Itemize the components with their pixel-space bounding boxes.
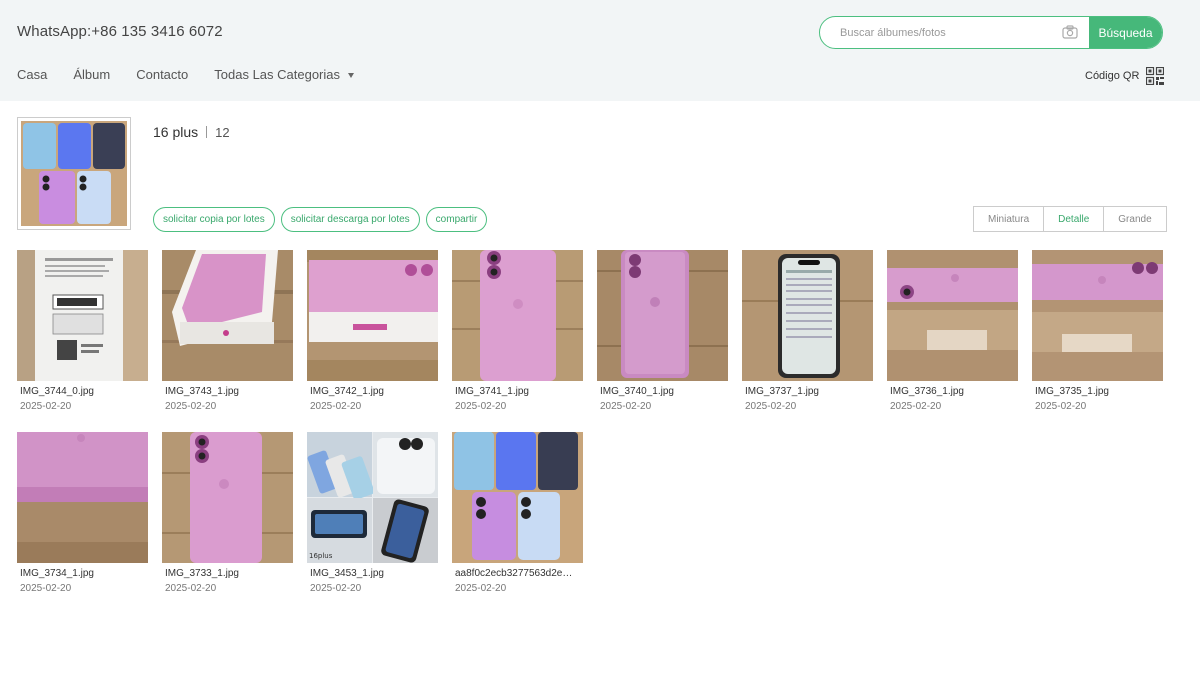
nav-home-label: Casa [17,67,48,82]
photo-filename: IMG_3743_1.jpg [165,386,239,397]
album-cover-image [21,121,127,226]
photo-tile[interactable]: aa8f0c2ecb3277563d2e… 2025-02-20 [452,432,583,594]
photo-filename: aa8f0c2ecb3277563d2e… [455,568,573,579]
nav-album-label: Álbum [73,67,111,82]
photo-date: 2025-02-20 [20,583,72,594]
photo-date: 2025-02-20 [1035,401,1087,412]
photo-filename: IMG_3741_1.jpg [455,386,529,397]
nav-categories-label: Todas Las Categorias [214,67,341,82]
album-photo-count: 12 [215,124,230,140]
photo-date: 2025-02-20 [745,401,797,412]
photo-thumbnail[interactable] [597,250,728,381]
photo-filename: IMG_3453_1.jpg [310,568,384,579]
photo-filename: IMG_3742_1.jpg [310,386,384,397]
view-thumbnail[interactable]: Miniatura [974,207,1043,231]
album-heading: 16 plus 12 [153,124,230,140]
main-nav: Casa Álbum Contacto Todas Las Categorias [17,67,380,82]
whatsapp-contact: WhatsApp:+86 135 3416 6072 [17,23,223,40]
photo-thumbnail[interactable] [452,432,583,563]
photo-thumbnail[interactable] [162,432,293,563]
view-detail[interactable]: Detalle [1043,207,1103,231]
photo-filename: IMG_3733_1.jpg [165,568,239,579]
album-cover[interactable] [17,117,131,230]
photo-filename: IMG_3736_1.jpg [890,386,964,397]
camera-icon[interactable] [1062,25,1078,39]
photo-filename: IMG_3744_0.jpg [20,386,94,397]
album-title: 16 plus [153,124,199,140]
qr-code-label: Código QR [1085,70,1140,82]
svg-text:16plus: 16plus [309,552,333,560]
search-input[interactable] [820,17,1060,48]
view-mode-switch: Miniatura Detalle Grande [973,206,1167,232]
photo-thumbnail[interactable] [742,250,873,381]
photo-filename: IMG_3740_1.jpg [600,386,674,397]
nav-album[interactable]: Álbum [73,67,110,82]
photo-date: 2025-02-20 [165,401,217,412]
photo-tile[interactable]: 16plus IMG_3453_1.jpg 2025-02-20 [307,432,438,594]
view-large[interactable]: Grande [1103,207,1165,231]
photo-filename: IMG_3737_1.jpg [745,386,819,397]
nav-contact[interactable]: Contacto [136,67,188,82]
title-divider [206,126,208,138]
photo-thumbnail[interactable] [887,250,1018,381]
photo-date: 2025-02-20 [890,401,942,412]
photo-date: 2025-02-20 [310,583,362,594]
nav-contact-label: Contacto [136,67,189,82]
qr-code-link[interactable]: Código QR [1085,67,1165,85]
site-header: WhatsApp:+86 135 3416 6072 Búsqueda Casa… [0,0,1200,101]
photo-tile[interactable]: IMG_3741_1.jpg 2025-02-20 [452,250,583,412]
photo-tile[interactable]: IMG_3736_1.jpg 2025-02-20 [887,250,1018,412]
album-actions: solicitar copia por lotes solicitar desc… [153,207,493,232]
nav-all-categories[interactable]: Todas Las Categorias [214,67,355,82]
photo-thumbnail[interactable] [17,250,148,381]
photo-date: 2025-02-20 [165,583,217,594]
photo-thumbnail[interactable] [17,432,148,563]
caret-down-icon [348,72,355,78]
search-button[interactable]: Búsqueda [1089,17,1162,48]
photo-date: 2025-02-20 [20,401,72,412]
photo-thumbnail[interactable]: 16plus [307,432,438,563]
photo-thumbnail[interactable] [162,250,293,381]
photo-date: 2025-02-20 [455,583,507,594]
photo-tile[interactable]: IMG_3743_1.jpg 2025-02-20 [162,250,293,412]
photo-tile[interactable]: IMG_3742_1.jpg 2025-02-20 [307,250,438,412]
photo-thumbnail[interactable] [307,250,438,381]
photo-tile[interactable]: IMG_3735_1.jpg 2025-02-20 [1032,250,1163,412]
share-button[interactable]: compartir [425,207,488,232]
photo-tile[interactable]: IMG_3734_1.jpg 2025-02-20 [17,432,148,594]
photo-filename: IMG_3734_1.jpg [20,568,94,579]
photo-date: 2025-02-20 [600,401,652,412]
photo-filename: IMG_3735_1.jpg [1035,386,1109,397]
photo-thumbnail[interactable] [1032,250,1163,381]
photo-tile[interactable]: IMG_3737_1.jpg 2025-02-20 [742,250,873,412]
nav-home[interactable]: Casa [17,67,47,82]
photo-tile[interactable]: IMG_3733_1.jpg 2025-02-20 [162,432,293,594]
qr-code-icon [1146,67,1165,85]
photo-date: 2025-02-20 [310,401,362,412]
photo-date: 2025-02-20 [455,401,507,412]
photo-tile[interactable]: IMG_3740_1.jpg 2025-02-20 [597,250,728,412]
batch-copy-button[interactable]: solicitar copia por lotes [153,207,275,232]
search-bar: Búsqueda [819,16,1163,49]
photo-tile[interactable]: IMG_3744_0.jpg 2025-02-20 [17,250,148,412]
photo-thumbnail[interactable] [452,250,583,381]
batch-download-button[interactable]: solicitar descarga por lotes [280,207,420,232]
